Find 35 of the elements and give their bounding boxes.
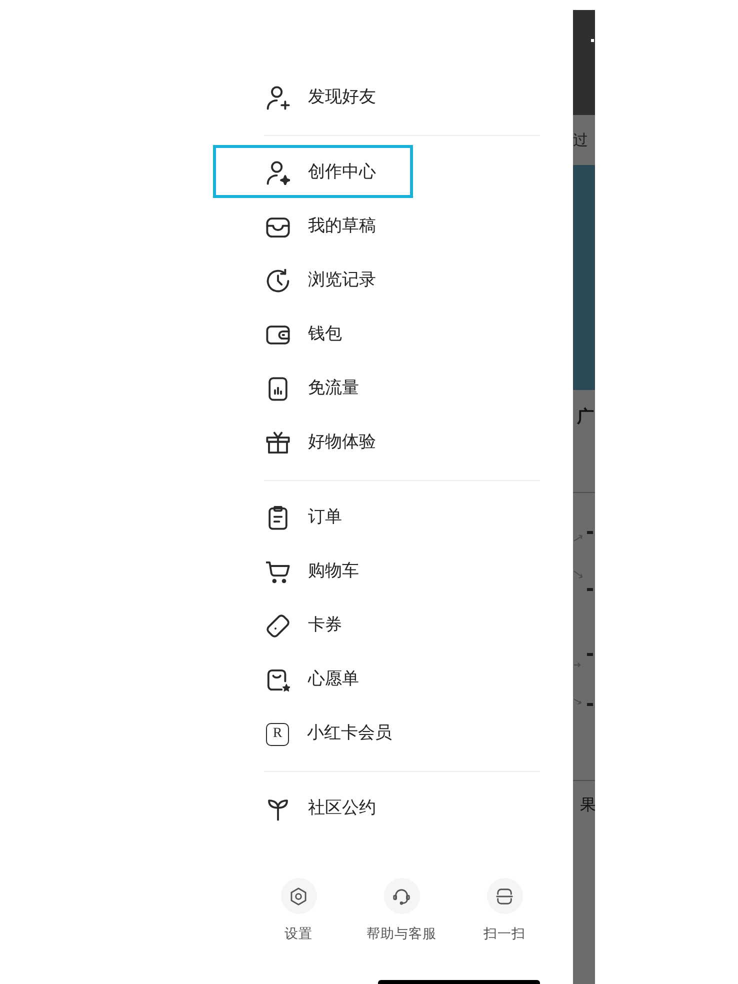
help-button[interactable]: 帮助与客服 [350, 878, 453, 943]
wallet-icon [266, 323, 290, 347]
menu-item[interactable]: 订单 [264, 491, 540, 545]
menu-item[interactable]: 发现好友 [264, 71, 540, 125]
menu-item[interactable]: R 小红卡会员 [264, 707, 540, 761]
settings-button[interactable]: 设置 [247, 878, 350, 943]
menu-item[interactable]: 购物车 [264, 545, 540, 599]
menu-item[interactable]: 创作中心 [264, 146, 540, 200]
ticket-icon [266, 614, 290, 638]
bar-chart-card-icon [266, 377, 290, 401]
menu-item[interactable]: 心愿单 [264, 653, 540, 707]
letter-r-icon: R [266, 722, 289, 746]
person-sparkle-icon [266, 161, 290, 185]
scan-icon [486, 878, 522, 914]
menu-item[interactable]: 浏览记录 [264, 254, 540, 308]
menu-item[interactable]: 社区公约 [264, 782, 540, 836]
sprout-icon [266, 797, 290, 821]
bag-star-icon [266, 668, 290, 692]
menu-item[interactable]: 好物体验 [264, 416, 540, 470]
menu-item[interactable]: 卡券 [264, 599, 540, 653]
tab-text: 过 [573, 131, 588, 149]
scan-button[interactable]: 扫一扫 [453, 878, 556, 943]
cart-icon [266, 560, 290, 584]
settings-icon [280, 878, 316, 914]
gift-icon [266, 431, 290, 455]
headset-icon [384, 878, 420, 914]
menu-item[interactable]: 钱包 [264, 308, 540, 362]
clipboard-icon [266, 506, 290, 530]
menu-item[interactable]: 我的草稿 [264, 200, 540, 254]
person-add-icon [266, 86, 290, 110]
tray-icon [266, 215, 290, 239]
clock-icon [266, 269, 290, 293]
heading-text: 广 [577, 407, 594, 427]
heading-text: 果 [580, 795, 595, 814]
menu-item[interactable]: 免流量 [264, 362, 540, 416]
